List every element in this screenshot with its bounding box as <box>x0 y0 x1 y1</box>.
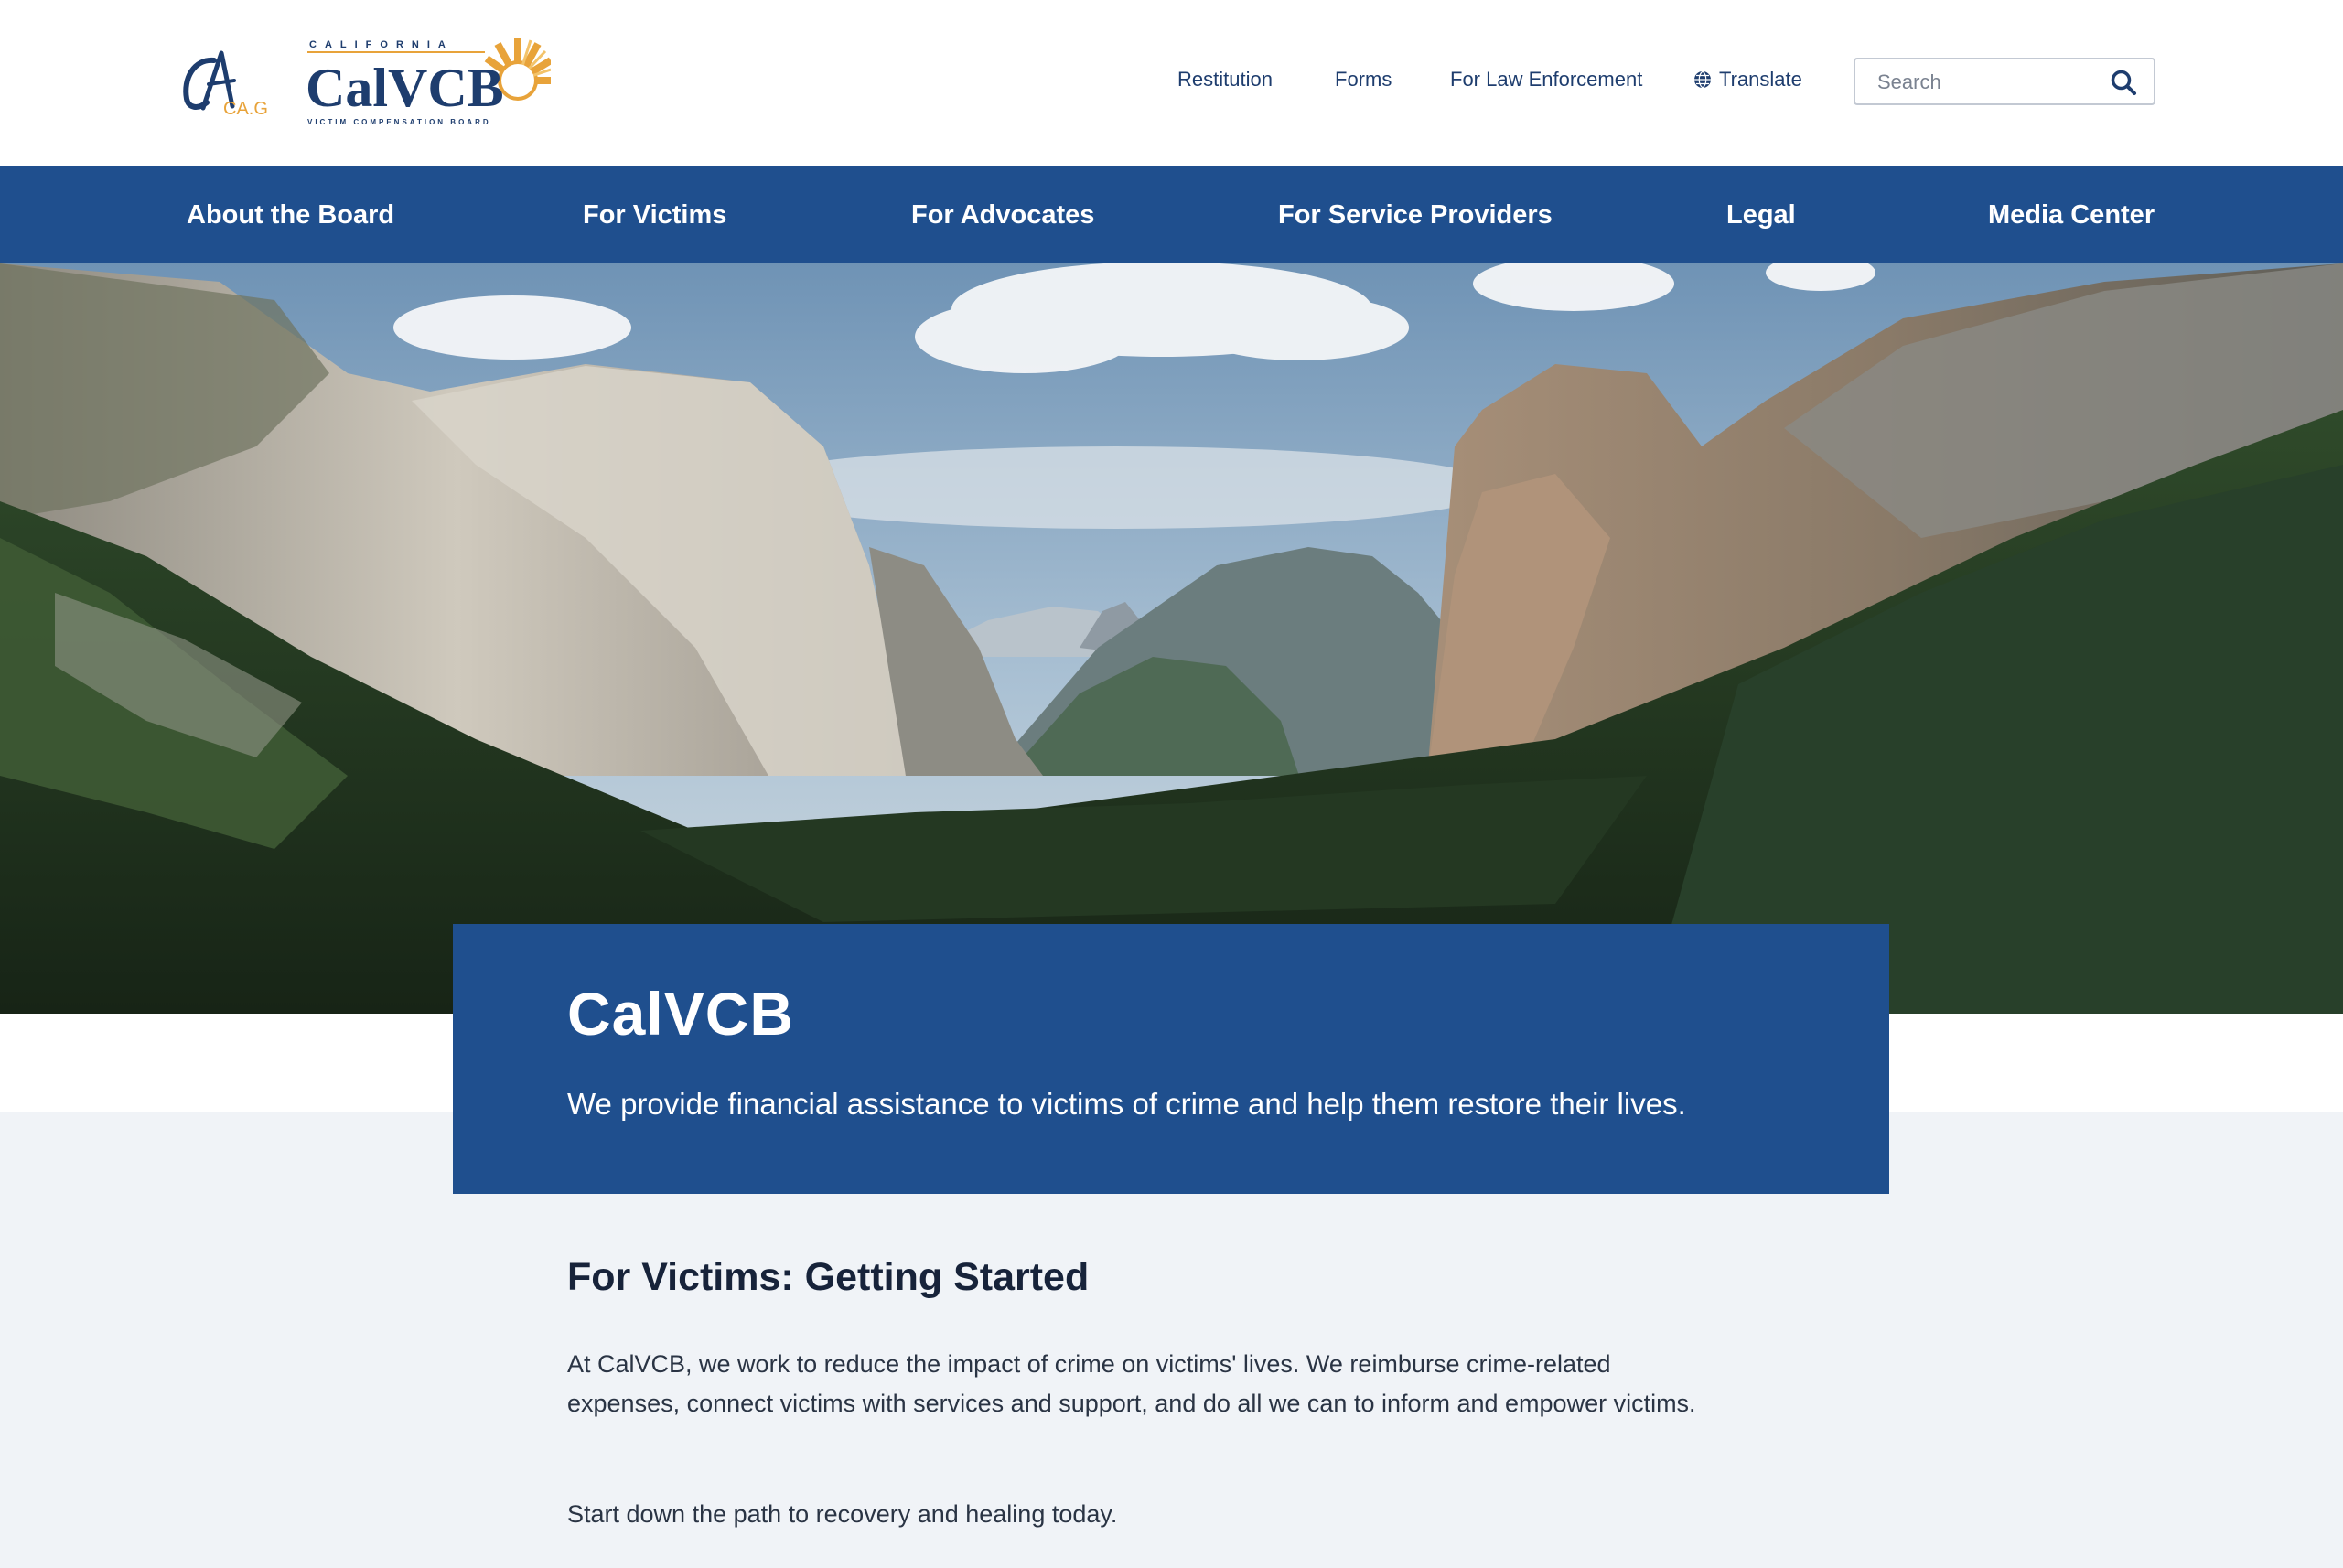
nav-for-service-providers[interactable]: For Service Providers <box>1278 166 1553 263</box>
translate-label: Translate <box>1719 68 1802 91</box>
forms-link[interactable]: Forms <box>1335 68 1392 91</box>
nav-for-victims[interactable]: For Victims <box>583 166 726 263</box>
nav-media-center[interactable]: Media Center <box>1988 166 2155 263</box>
hero-image <box>0 263 2343 1014</box>
logo-name: CalVCB <box>306 58 504 118</box>
search-icon[interactable] <box>2110 69 2137 96</box>
search-box <box>1854 58 2155 105</box>
valley-landscape-image <box>0 263 2343 1014</box>
search-input[interactable] <box>1875 59 2099 105</box>
hero-title: CalVCB <box>567 980 795 1047</box>
logo-bottom-text: VICTIM COMPENSATION BOARD <box>307 118 491 126</box>
law-enforcement-link[interactable]: For Law Enforcement <box>1450 68 1642 91</box>
ca-gov-label: CA.GOV <box>223 99 267 117</box>
nav-legal[interactable]: Legal <box>1726 166 1796 263</box>
ca-gov-logo[interactable]: CA.GOV <box>179 48 295 119</box>
nav-about-the-board[interactable]: About the Board <box>187 166 394 263</box>
calvcb-logo-mark: CALIFORNIA CalVCB VICTIM COMPENSATION BO… <box>306 38 554 126</box>
site-header: CA.GOV CALIFORNIA CalVCB VICTIM COMPENSA… <box>0 0 2343 166</box>
section-cta-text: Start down the path to recovery and heal… <box>567 1500 1118 1528</box>
section-title: For Victims: Getting Started <box>567 1255 1090 1299</box>
ca-gov-logo-mark: CA.GOV <box>183 50 295 119</box>
hero-card: CalVCB We provide financial assistance t… <box>453 924 1889 1194</box>
hero-subtitle: We provide financial assistance to victi… <box>567 1087 1686 1121</box>
globe-icon <box>1694 70 1711 89</box>
restitution-link[interactable]: Restitution <box>1177 68 1273 91</box>
section-body: At CalVCB, we work to reduce the impact … <box>567 1350 1696 1417</box>
calvcb-logo[interactable]: CALIFORNIA CalVCB VICTIM COMPENSATION BO… <box>302 33 554 128</box>
nav-for-advocates[interactable]: For Advocates <box>911 166 1094 263</box>
logo-top-text: CALIFORNIA <box>309 39 454 50</box>
main-nav: About the Board For Victims For Advocate… <box>0 166 2343 263</box>
translate-link[interactable]: Translate <box>1693 68 1802 91</box>
